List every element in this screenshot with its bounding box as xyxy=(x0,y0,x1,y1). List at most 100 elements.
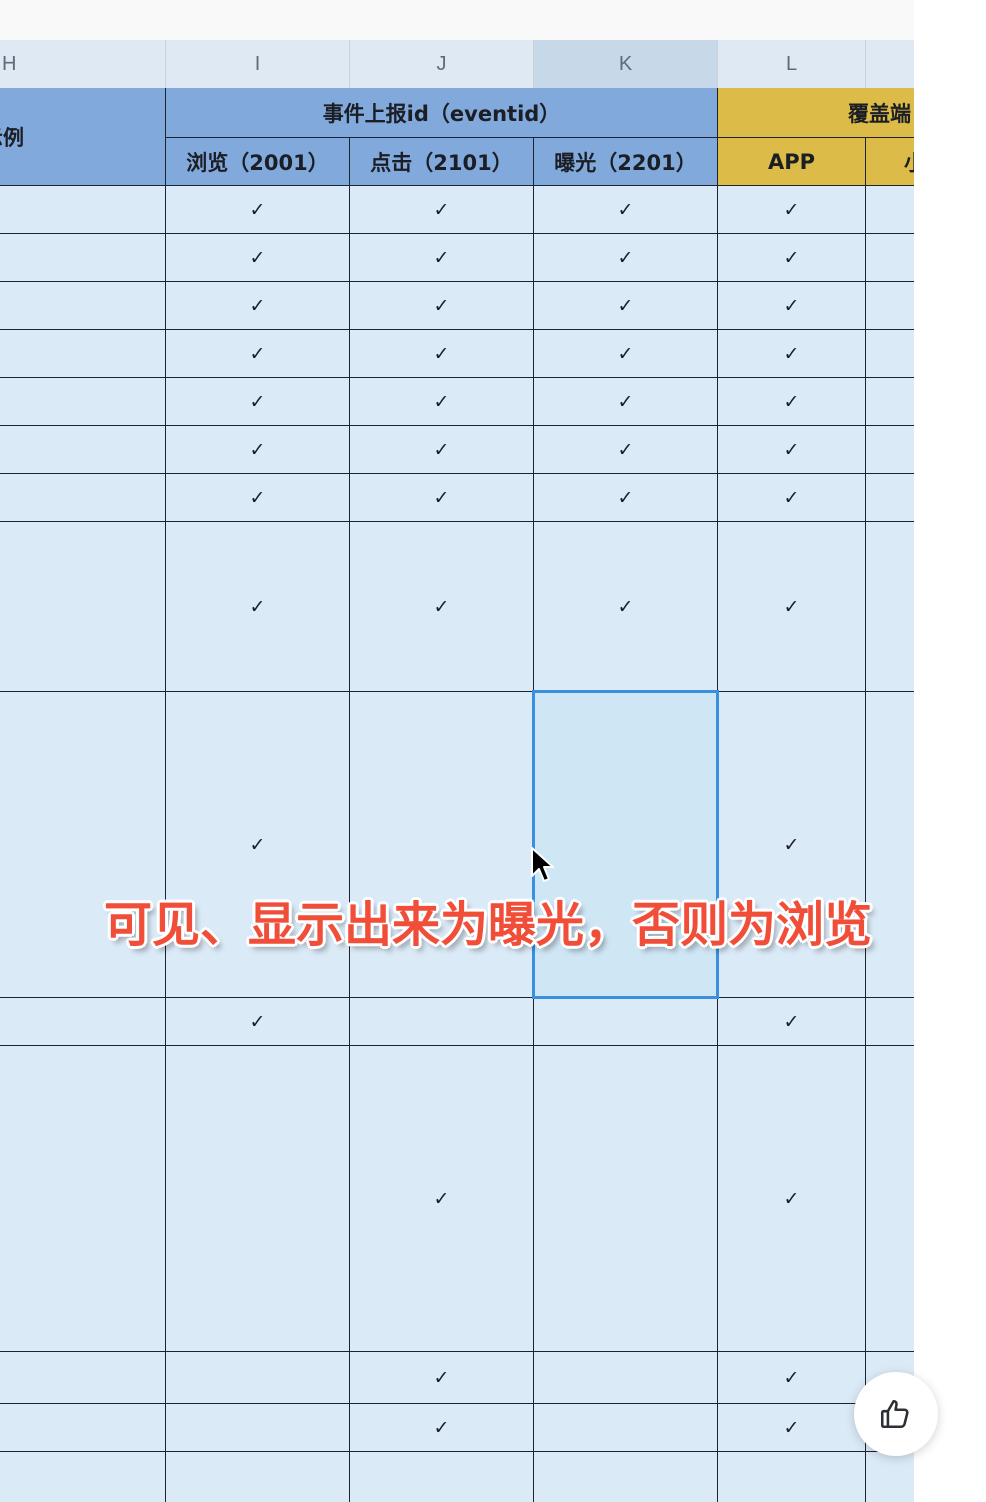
header-mini-label: 小 xyxy=(904,147,914,177)
table-cell[interactable]: ✓ xyxy=(350,234,534,282)
table-cell[interactable] xyxy=(866,998,914,1046)
table-cell[interactable] xyxy=(0,234,166,282)
table-cell[interactable] xyxy=(350,998,534,1046)
header-exposure-cell[interactable]: 曝光（2201） xyxy=(534,138,718,186)
table-cell[interactable]: ✓ xyxy=(718,282,866,330)
header-example-cell[interactable]: 示例 xyxy=(0,88,166,186)
table-cell[interactable]: ✓ xyxy=(166,282,350,330)
table-cell[interactable] xyxy=(866,282,914,330)
table-cell[interactable] xyxy=(866,234,914,282)
table-cell[interactable] xyxy=(866,1046,914,1352)
table-cell[interactable] xyxy=(0,998,166,1046)
header-coverage-group[interactable]: 覆盖端 xyxy=(718,88,914,138)
check-mark: ✓ xyxy=(617,342,634,365)
table-cell[interactable] xyxy=(166,1046,350,1352)
table-cell[interactable] xyxy=(534,1452,718,1502)
table-cell[interactable]: ✓ xyxy=(718,998,866,1046)
table-cell[interactable]: ✓ xyxy=(534,330,718,378)
table-cell[interactable]: ✓ xyxy=(350,330,534,378)
table-cell[interactable] xyxy=(866,1452,914,1502)
table-cell[interactable]: ✓ xyxy=(350,282,534,330)
mouse-pointer-icon xyxy=(531,847,554,882)
table-cell[interactable] xyxy=(0,378,166,426)
table-cell[interactable]: ✓ xyxy=(166,426,350,474)
table-cell[interactable] xyxy=(866,330,914,378)
table-cell[interactable] xyxy=(0,1352,166,1404)
check-mark: ✓ xyxy=(433,1366,450,1389)
table-cell[interactable] xyxy=(866,522,914,692)
table-cell[interactable] xyxy=(0,186,166,234)
table-cell[interactable]: ✓ xyxy=(166,998,350,1046)
table-cell[interactable]: ✓ xyxy=(166,234,350,282)
header-eventid-group[interactable]: 事件上报id（eventid） xyxy=(166,88,718,138)
column-header-i[interactable]: I xyxy=(166,40,350,88)
table-cell[interactable] xyxy=(0,426,166,474)
table-cell[interactable]: ✓ xyxy=(166,330,350,378)
table-cell[interactable] xyxy=(866,378,914,426)
table-cell[interactable] xyxy=(0,522,166,692)
table-cell[interactable] xyxy=(166,1452,350,1502)
table-cell[interactable] xyxy=(0,330,166,378)
table-cell[interactable]: ✓ xyxy=(350,426,534,474)
column-header-h[interactable]: H xyxy=(0,40,166,88)
table-cell[interactable] xyxy=(166,1404,350,1452)
table-cell[interactable] xyxy=(534,1404,718,1452)
table-cell[interactable]: ✓ xyxy=(166,474,350,522)
table-cell[interactable]: ✓ xyxy=(718,522,866,692)
table-cell[interactable] xyxy=(0,1404,166,1452)
table-cell[interactable]: ✓ xyxy=(350,378,534,426)
table-cell[interactable] xyxy=(866,186,914,234)
table-cell[interactable] xyxy=(534,1352,718,1404)
table-cell[interactable]: ✓ xyxy=(166,186,350,234)
table-cell[interactable]: ✓ xyxy=(534,378,718,426)
check-mark: ✓ xyxy=(783,342,800,365)
table-cell[interactable]: ✓ xyxy=(718,186,866,234)
table-cell[interactable] xyxy=(534,998,718,1046)
table-cell[interactable]: ✓ xyxy=(534,474,718,522)
annotation-caption: 可见、显示出来为曝光，否则为浏览 xyxy=(104,897,873,953)
check-mark: ✓ xyxy=(783,246,800,269)
table-cell[interactable]: ✓ xyxy=(534,186,718,234)
table-cell[interactable]: ✓ xyxy=(534,426,718,474)
table-cell[interactable] xyxy=(0,474,166,522)
table-cell[interactable] xyxy=(350,1452,534,1502)
column-header-m[interactable] xyxy=(866,40,914,88)
table-cell[interactable] xyxy=(534,1046,718,1352)
table-cell[interactable]: ✓ xyxy=(166,522,350,692)
table-cell[interactable] xyxy=(718,1452,866,1502)
header-mini-cell[interactable]: 小 xyxy=(866,138,914,186)
table-cell[interactable]: ✓ xyxy=(350,1404,534,1452)
table-cell[interactable]: ✓ xyxy=(718,234,866,282)
table-cell[interactable]: ✓ xyxy=(718,474,866,522)
table-cell[interactable]: ✓ xyxy=(350,522,534,692)
table-cell[interactable]: ✓ xyxy=(718,1046,866,1352)
header-app-cell[interactable]: APP xyxy=(718,138,866,186)
like-button[interactable] xyxy=(854,1372,938,1456)
table-cell[interactable]: ✓ xyxy=(718,1404,866,1452)
table-cell[interactable]: ✓ xyxy=(718,378,866,426)
table-cell[interactable]: ✓ xyxy=(718,1352,866,1404)
check-mark: ✓ xyxy=(617,595,634,618)
table-cell[interactable]: ✓ xyxy=(534,282,718,330)
table-cell[interactable] xyxy=(866,474,914,522)
table-cell[interactable] xyxy=(866,426,914,474)
table-cell[interactable]: ✓ xyxy=(534,234,718,282)
table-cell[interactable]: ✓ xyxy=(718,426,866,474)
check-mark: ✓ xyxy=(433,294,450,317)
table-cell[interactable] xyxy=(0,1046,166,1352)
table-cell[interactable] xyxy=(166,1352,350,1404)
table-cell[interactable] xyxy=(0,282,166,330)
table-cell[interactable] xyxy=(0,1452,166,1502)
column-header-k[interactable]: K xyxy=(534,40,718,88)
header-browse-cell[interactable]: 浏览（2001） xyxy=(166,138,350,186)
table-cell[interactable]: ✓ xyxy=(534,522,718,692)
table-cell[interactable]: ✓ xyxy=(350,474,534,522)
table-cell[interactable]: ✓ xyxy=(350,1352,534,1404)
table-cell[interactable]: ✓ xyxy=(350,186,534,234)
table-cell[interactable]: ✓ xyxy=(718,330,866,378)
column-header-j[interactable]: J xyxy=(350,40,534,88)
column-header-l[interactable]: L xyxy=(718,40,866,88)
header-click-cell[interactable]: 点击（2101） xyxy=(350,138,534,186)
table-cell[interactable]: ✓ xyxy=(166,378,350,426)
table-cell[interactable]: ✓ xyxy=(350,1046,534,1352)
